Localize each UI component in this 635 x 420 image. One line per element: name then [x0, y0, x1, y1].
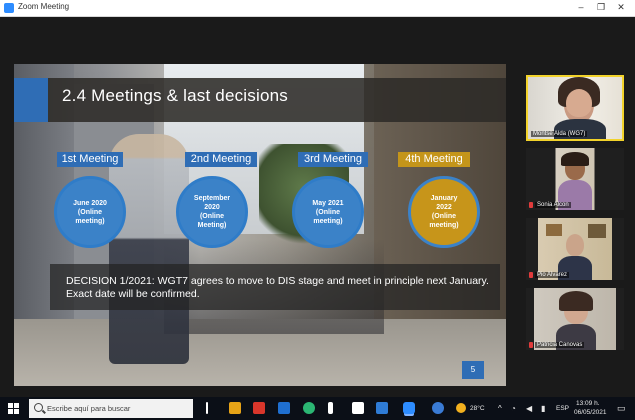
participant-tile[interactable]: Sonia Alcon: [526, 148, 624, 210]
muted-mic-icon: [529, 202, 533, 208]
clock-time[interactable]: 13:09 h.: [576, 400, 600, 407]
slide-page-number: 5: [462, 361, 484, 379]
volume-icon[interactable]: ◀: [526, 404, 532, 413]
file-explorer-icon[interactable]: [229, 402, 241, 414]
window-title: Zoom Meeting: [18, 2, 70, 11]
maximize-button[interactable]: ❐: [594, 1, 608, 13]
start-button[interactable]: [8, 403, 19, 414]
participant-tile[interactable]: Patricia Canovas: [526, 288, 624, 350]
decision-text: DECISION 1/2021: WGT7 agrees to move to …: [66, 275, 489, 300]
meeting-4-date: January 2022 (Online meeting): [429, 195, 459, 229]
app-icon[interactable]: [376, 402, 388, 414]
meeting-3-date: May 2021 (Online meeting): [312, 199, 344, 225]
office-icon[interactable]: [253, 402, 265, 414]
minimize-button[interactable]: –: [574, 1, 588, 13]
tray-chevron-icon[interactable]: ^: [498, 404, 502, 413]
search-placeholder: Escribe aquí para buscar: [47, 404, 131, 413]
taskbar-search[interactable]: Escribe aquí para buscar: [29, 399, 193, 418]
browser-icon[interactable]: [303, 402, 315, 414]
language-indicator[interactable]: ESP: [556, 405, 569, 412]
meeting-area: 2.4 Meetings & last decisions 1st Meetin…: [0, 17, 635, 397]
meeting-1-date: June 2020 (Online meeting): [73, 199, 107, 225]
shared-screen-slide: 2.4 Meetings & last decisions 1st Meetin…: [14, 64, 506, 386]
participant-name: Pio Alvarez: [535, 272, 570, 278]
search-icon: [34, 403, 43, 412]
weather-temperature[interactable]: 28°C: [470, 405, 485, 412]
meeting-1-circle: June 2020 (Online meeting): [54, 176, 126, 248]
app-icon[interactable]: [328, 402, 333, 414]
participant-tile[interactable]: Pio Alvarez: [526, 218, 624, 280]
meeting-4-circle: January 2022 (Online meeting): [408, 176, 480, 248]
meeting-2-date: September 2020 (Online Meeting): [193, 195, 231, 229]
decision-box: DECISION 1/2021: WGT7 agrees to move to …: [50, 264, 500, 310]
meeting-2-circle: September 2020 (Online Meeting): [176, 176, 248, 248]
slide-header: 2.4 Meetings & last decisions: [14, 78, 506, 122]
meeting-1-label: 1st Meeting: [57, 152, 123, 167]
zoom-app-icon: [4, 3, 14, 13]
participant-tile-active[interactable]: Montse Alda (WG7): [526, 75, 624, 141]
window-titlebar: Zoom Meeting – ❐ ✕: [0, 0, 635, 17]
participant-name: Patricia Canovas: [535, 342, 585, 348]
mail-icon[interactable]: [278, 402, 290, 414]
participant-name: Sonia Alcon: [535, 202, 571, 208]
slide-title: 2.4 Meetings & last decisions: [62, 86, 288, 105]
notifications-icon[interactable]: ▭: [617, 403, 626, 414]
app-icon[interactable]: [432, 402, 444, 414]
clock-date[interactable]: 06/05/2021: [574, 409, 607, 416]
meeting-2-label: 2nd Meeting: [185, 152, 257, 167]
participant-name: Montse Alda (WG7): [531, 131, 588, 137]
weather-icon[interactable]: [456, 403, 466, 413]
zoom-taskbar-icon[interactable]: [403, 402, 415, 414]
muted-mic-icon: [529, 342, 533, 348]
meeting-3-label: 3rd Meeting: [298, 152, 368, 167]
muted-mic-icon: [529, 272, 533, 278]
meeting-3-circle: May 2021 (Online meeting): [292, 176, 364, 248]
windows-taskbar: Escribe aquí para buscar 28°C ^ ◔ ◀ ▮ ES…: [0, 397, 635, 420]
slide-header-accent: [14, 78, 48, 122]
network-icon[interactable]: ◔: [511, 404, 516, 413]
dropbox-icon[interactable]: [352, 402, 364, 414]
task-view-icon[interactable]: [206, 402, 208, 414]
close-button[interactable]: ✕: [614, 1, 628, 13]
meeting-4-label: 4th Meeting: [398, 152, 470, 167]
background-pedestrian: [109, 134, 189, 364]
battery-icon[interactable]: ▮: [541, 404, 545, 413]
